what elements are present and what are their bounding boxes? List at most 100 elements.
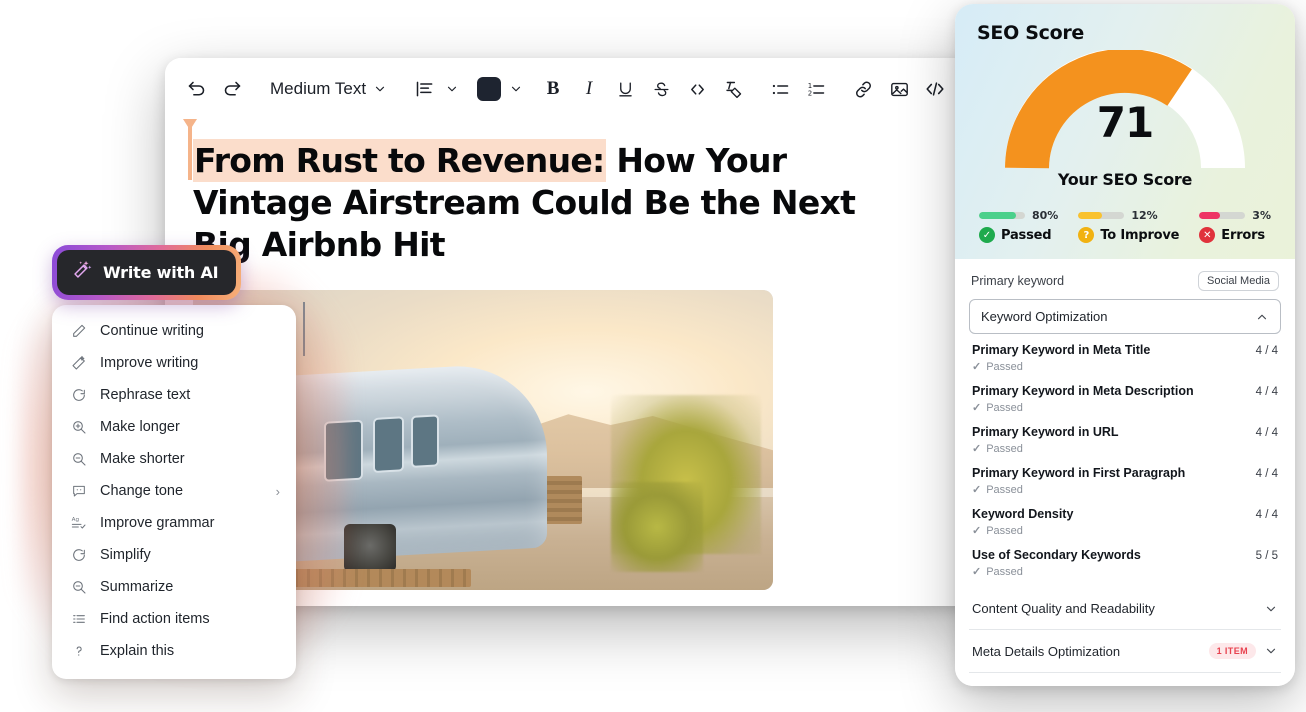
seo-check-list: Primary Keyword in Meta Title 4 / 4 ✓ Pas… bbox=[969, 334, 1281, 588]
menu-item-label: Improve writing bbox=[100, 355, 199, 371]
seo-check-item[interactable]: Primary Keyword in URL 4 / 4 ✓ Passed bbox=[972, 418, 1278, 459]
code-block-icon[interactable] bbox=[918, 72, 952, 106]
seo-check-item[interactable]: Use of Secondary Keywords 5 / 5 ✓ Passed bbox=[972, 541, 1278, 582]
check-icon: ✓ bbox=[972, 525, 982, 537]
seo-check-item[interactable]: Primary Keyword in Meta Title 4 / 4 ✓ Pas… bbox=[972, 336, 1278, 377]
menu-item-rephrase-text[interactable]: Rephrase text bbox=[52, 379, 296, 411]
grammar-check-icon: Ag bbox=[70, 514, 88, 532]
primary-keyword-label: Primary keyword bbox=[971, 274, 1065, 288]
check-score: 5 / 5 bbox=[1255, 550, 1278, 562]
menu-item-change-tone[interactable]: Change tone › bbox=[52, 475, 296, 507]
check-name: Use of Secondary Keywords bbox=[972, 548, 1141, 562]
text-color-dropdown[interactable] bbox=[472, 72, 523, 106]
check-icon: ✓ bbox=[972, 443, 982, 455]
numbered-list-icon[interactable]: 12 bbox=[799, 72, 833, 106]
seo-panel-header: SEO Score 71 Your SEO Score 80% ✓ Passed… bbox=[955, 4, 1295, 259]
legend-label: To Improve bbox=[1100, 227, 1180, 243]
check-name: Primary Keyword in Meta Title bbox=[972, 343, 1151, 357]
magic-wand-sparkles-icon bbox=[71, 259, 93, 286]
italic-button[interactable]: I bbox=[572, 72, 606, 106]
seo-gauge: 71 bbox=[977, 50, 1273, 169]
menu-item-label: Summarize bbox=[100, 579, 174, 595]
align-left-icon[interactable] bbox=[408, 72, 442, 106]
align-dropdown[interactable] bbox=[408, 72, 459, 106]
menu-item-label: Make longer bbox=[100, 419, 180, 435]
pencil-icon bbox=[70, 322, 88, 340]
menu-item-improve-writing[interactable]: Improve writing bbox=[52, 347, 296, 379]
inline-code-icon[interactable] bbox=[680, 72, 714, 106]
check-icon: ✓ bbox=[972, 484, 982, 496]
legend-percent: 12% bbox=[1131, 209, 1158, 222]
check-icon: ✓ bbox=[972, 361, 982, 373]
svg-text:Ag: Ag bbox=[72, 517, 80, 523]
undo-icon[interactable] bbox=[179, 72, 213, 106]
accordion-content-quality[interactable]: Content Quality and Readability bbox=[969, 588, 1281, 630]
check-status: Passed bbox=[986, 360, 1023, 373]
check-icon: ✓ bbox=[972, 566, 982, 578]
color-swatch[interactable] bbox=[472, 72, 506, 106]
chevron-up-icon bbox=[1257, 314, 1267, 319]
bold-button[interactable]: B bbox=[536, 72, 570, 106]
speech-bubble-icon bbox=[70, 482, 88, 500]
link-icon[interactable] bbox=[846, 72, 880, 106]
menu-item-continue-writing[interactable]: Continue writing bbox=[52, 315, 296, 347]
primary-keyword-tag[interactable]: Social Media bbox=[1198, 271, 1279, 291]
check-score: 4 / 4 bbox=[1255, 345, 1278, 357]
accordion-title: Meta Details Optimization bbox=[972, 643, 1121, 659]
clear-formatting-icon[interactable] bbox=[716, 72, 750, 106]
list-icon bbox=[70, 610, 88, 628]
zoom-out-icon bbox=[70, 450, 88, 468]
menu-item-explain-this[interactable]: Explain this bbox=[52, 635, 296, 667]
ai-actions-menu: Continue writing Improve writing Rephras… bbox=[52, 305, 296, 679]
accordion-keyword-optimization[interactable]: Keyword Optimization bbox=[969, 299, 1281, 334]
menu-item-label: Find action items bbox=[100, 611, 210, 627]
menu-item-simplify[interactable]: Simplify bbox=[52, 539, 296, 571]
seo-score-caption: Your SEO Score bbox=[1057, 170, 1193, 189]
check-name: Primary Keyword in First Paragraph bbox=[972, 466, 1186, 480]
selection-caret bbox=[183, 119, 197, 180]
seo-check-item[interactable]: Primary Keyword in First Paragraph 4 / 4… bbox=[972, 459, 1278, 500]
underline-button[interactable] bbox=[608, 72, 642, 106]
check-score: 4 / 4 bbox=[1255, 509, 1278, 521]
seo-check-item[interactable]: Keyword Density 4 / 4 ✓ Passed bbox=[972, 500, 1278, 541]
check-name: Primary Keyword in Meta Description bbox=[972, 384, 1194, 398]
redo-icon[interactable] bbox=[215, 72, 249, 106]
check-icon: ✓ bbox=[972, 402, 982, 414]
editor-toolbar: Medium Text B I 1 2 bbox=[165, 58, 977, 120]
seo-panel-title: SEO Score bbox=[977, 22, 1084, 44]
seo-check-item[interactable]: Primary Keyword in Meta Description 4 / … bbox=[972, 377, 1278, 418]
question-circle-icon: ? bbox=[1078, 227, 1095, 243]
text-style-dropdown[interactable]: Medium Text bbox=[262, 72, 395, 106]
check-status: Passed bbox=[986, 524, 1023, 537]
legend-bar bbox=[979, 212, 1025, 219]
chevron-down-icon bbox=[447, 86, 457, 92]
seo-score-value: 71 bbox=[1096, 98, 1154, 147]
check-score: 4 / 4 bbox=[1255, 468, 1278, 480]
accordion-title: Keyword Optimization bbox=[981, 309, 1108, 324]
accordion-meta-details[interactable]: Meta Details Optimization 1 ITEM bbox=[969, 630, 1281, 673]
menu-item-label: Explain this bbox=[100, 643, 175, 659]
menu-item-improve-grammar[interactable]: Ag Improve grammar bbox=[52, 507, 296, 539]
summarize-icon bbox=[70, 578, 88, 596]
svg-text:2: 2 bbox=[807, 89, 811, 97]
check-status: Passed bbox=[986, 565, 1023, 578]
accordion-media-image[interactable]: Media and Image Optimization bbox=[969, 673, 1281, 686]
menu-item-summarize[interactable]: Summarize bbox=[52, 571, 296, 603]
page-title: From Rust to Revenue: How Your Vintage A… bbox=[193, 139, 883, 266]
write-with-ai-button[interactable]: Write with AI bbox=[52, 245, 242, 300]
chevron-down-icon bbox=[511, 86, 521, 92]
strikethrough-button[interactable] bbox=[644, 72, 678, 106]
menu-item-make-longer[interactable]: Make longer bbox=[52, 411, 296, 443]
bullet-list-icon[interactable] bbox=[763, 72, 797, 106]
chevron-down-icon bbox=[375, 86, 385, 92]
legend-label: Passed bbox=[1001, 227, 1052, 243]
chevron-down-icon bbox=[1266, 606, 1276, 611]
question-mark-icon bbox=[70, 642, 88, 660]
legend-item-errors: 3% ✕ Errors bbox=[1199, 209, 1271, 243]
item-count-badge: 1 ITEM bbox=[1208, 643, 1256, 659]
rephrase-icon bbox=[70, 386, 88, 404]
menu-item-find-action-items[interactable]: Find action items bbox=[52, 603, 296, 635]
primary-keyword-row: Primary keyword Social Media bbox=[969, 259, 1281, 299]
menu-item-make-shorter[interactable]: Make shorter bbox=[52, 443, 296, 475]
image-icon[interactable] bbox=[882, 72, 916, 106]
